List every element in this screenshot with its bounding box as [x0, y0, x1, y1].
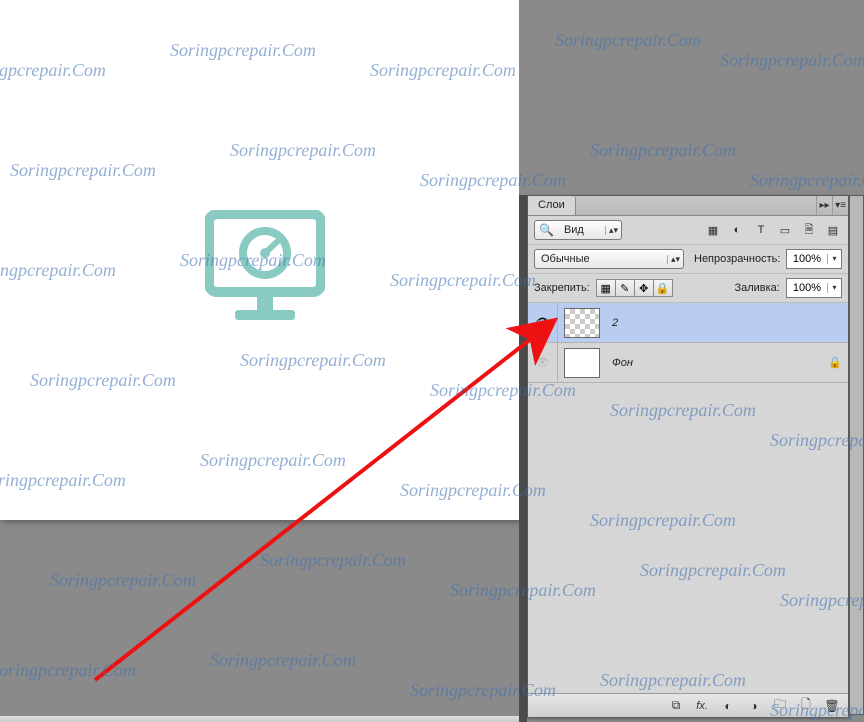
layer-filter-row: 🔍 Вид ▴▾ ▦ ◐ T ▭ 🗎 ▤ [528, 216, 848, 245]
text-icon[interactable]: T [752, 221, 770, 239]
fx-icon[interactable]: fx. [694, 698, 710, 714]
layer-row[interactable]: 👁 Фон 🔒 [528, 343, 848, 383]
adjustments-icon[interactable]: ◐ [728, 221, 746, 239]
layers-panel: Слои ▸▸ ▾≡ 🔍 Вид ▴▾ ▦ ◐ T ▭ 🗎 ▤ Обычные … [527, 195, 849, 718]
panel-tabbar: Слои ▸▸ ▾≡ [528, 196, 848, 216]
layer-name[interactable]: Фон [606, 357, 822, 369]
canvas-bottom-edge [0, 716, 519, 722]
panel-gutter-top [519, 0, 527, 195]
dropdown-icon: ▾ [827, 283, 841, 293]
layer-filter-select[interactable]: 🔍 Вид ▴▾ [534, 220, 622, 240]
updown-icon: ▴▾ [605, 226, 621, 235]
blend-opacity-row: Обычные ▴▾ Непрозрачность: 100% ▾ [528, 245, 848, 274]
image-filter-icon[interactable]: ▦ [704, 221, 722, 239]
blend-mode-select[interactable]: Обычные ▴▾ [534, 249, 684, 269]
fill-label: Заливка: [734, 282, 779, 294]
opacity-value: 100% [787, 253, 827, 265]
workspace [0, 0, 519, 722]
layers-panel-footer: ⧉ fx. ◐ ◑ 🗀 🗋 🗑 [528, 693, 848, 717]
lock-icons-group: ▦ ✎ ✥ 🔒 [596, 279, 673, 297]
layer-row[interactable]: 👁 2 [528, 303, 848, 343]
dropdown-icon: ▾ [827, 254, 841, 264]
lock-position-button[interactable]: ✥ [634, 279, 654, 297]
fill-input[interactable]: 100% ▾ [786, 278, 842, 298]
link-icon[interactable]: ⧉ [668, 698, 684, 714]
visibility-toggle[interactable]: 👁 [528, 303, 558, 342]
trash-icon[interactable]: 🗑 [824, 698, 840, 714]
tab-layers[interactable]: Слои [528, 196, 576, 215]
visibility-toggle[interactable]: 👁 [528, 343, 558, 382]
blend-mode-label: Обычные [535, 253, 667, 265]
monitor-gauge-icon [205, 210, 325, 325]
filter-menu-icon[interactable]: ▤ [824, 221, 842, 239]
lock-fill-row: Закрепить: ▦ ✎ ✥ 🔒 Заливка: 100% ▾ [528, 274, 848, 303]
lock-icon: 🔒 [822, 356, 848, 369]
lock-label: Закрепить: [534, 282, 590, 294]
opacity-input[interactable]: 100% ▾ [786, 249, 842, 269]
lock-all-button[interactable]: 🔒 [653, 279, 673, 297]
layers-empty-area[interactable] [528, 383, 848, 693]
updown-icon: ▴▾ [667, 255, 683, 264]
new-layer-icon[interactable]: 🗋 [798, 698, 814, 714]
opacity-label: Непрозрачность: [694, 253, 780, 265]
layer-filter-label: Вид [558, 224, 605, 236]
dock-strip [849, 195, 864, 715]
lock-pixels-button[interactable]: ✎ [615, 279, 635, 297]
layer-name[interactable]: 2 [606, 317, 822, 329]
eye-icon: 👁 [536, 356, 550, 369]
mask-icon[interactable]: ◐ [720, 698, 736, 714]
shape-icon[interactable]: ▭ [776, 221, 794, 239]
fill-value: 100% [787, 282, 827, 294]
panel-collapse-button[interactable]: ▸▸ [816, 196, 832, 215]
group-icon[interactable]: 🗀 [772, 698, 788, 714]
adjustment-icon[interactable]: ◑ [746, 698, 762, 714]
canvas[interactable] [0, 0, 519, 520]
smartobject-icon[interactable]: 🗎 [800, 221, 818, 239]
lock-transparency-button[interactable]: ▦ [596, 279, 616, 297]
layer-thumbnail[interactable] [564, 348, 600, 378]
layer-thumbnail[interactable] [564, 308, 600, 338]
eye-icon: 👁 [536, 316, 550, 329]
layers-list: 👁 2 👁 Фон 🔒 [528, 303, 848, 693]
search-icon: 🔍 [535, 223, 558, 237]
panel-menu-button[interactable]: ▾≡ [832, 196, 848, 215]
